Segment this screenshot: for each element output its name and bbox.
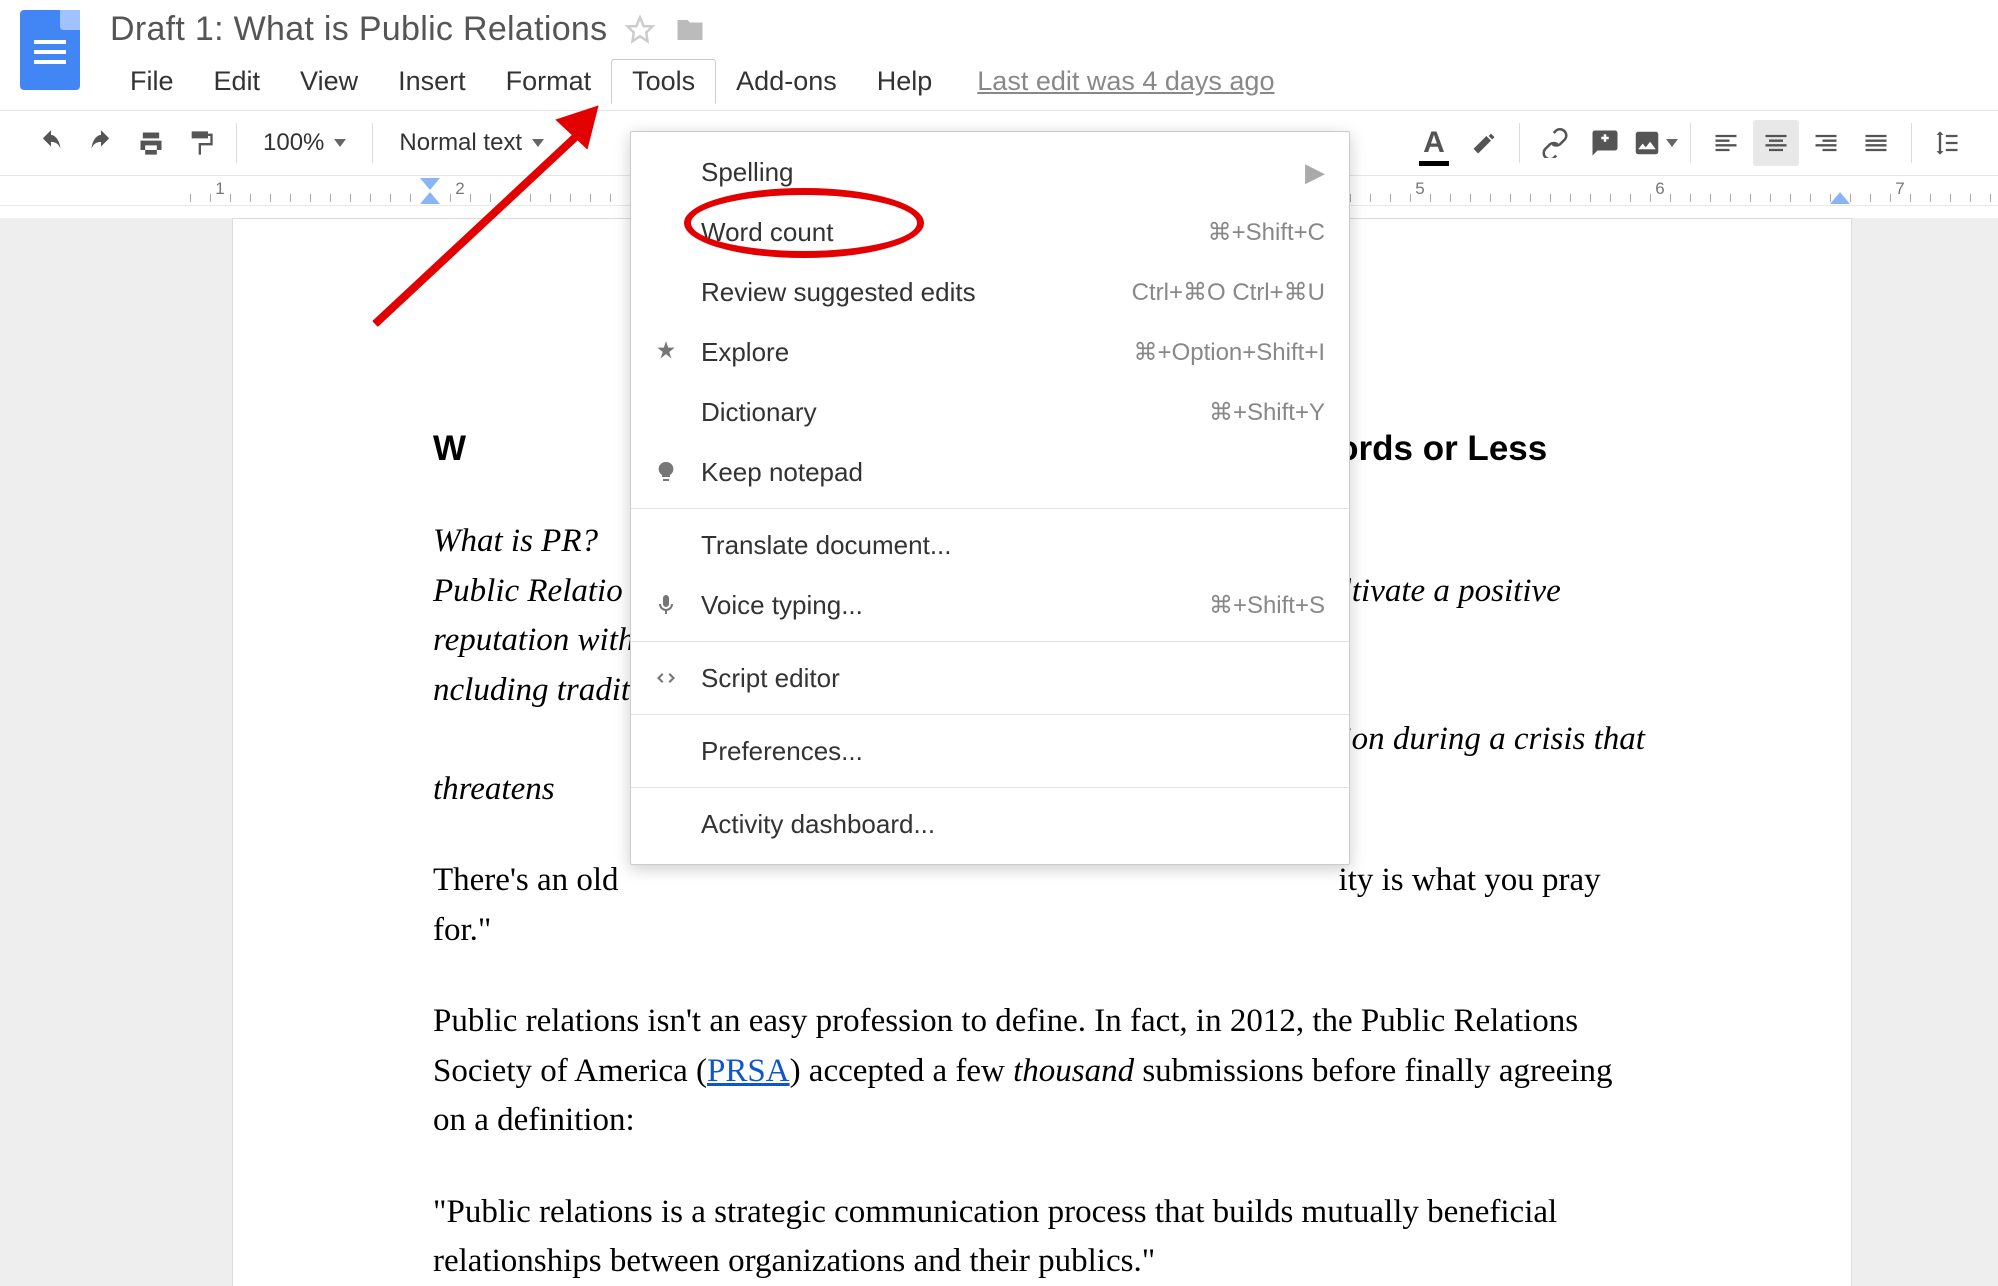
align-center-button[interactable] — [1753, 120, 1799, 166]
ruler-number: 2 — [455, 179, 464, 199]
ruler-number: 6 — [1655, 179, 1664, 199]
align-left-button[interactable] — [1703, 120, 1749, 166]
add-comment-button[interactable] — [1582, 120, 1628, 166]
align-right-button[interactable] — [1803, 120, 1849, 166]
shortcut-label: ⌘+Shift+Y — [1209, 398, 1325, 427]
redo-button[interactable] — [78, 120, 124, 166]
ruler-number: 5 — [1415, 179, 1424, 199]
print-button[interactable] — [128, 120, 174, 166]
left-indent-marker[interactable] — [420, 192, 440, 204]
menu-item-explore[interactable]: Explore ⌘+Option+Shift+I — [631, 322, 1349, 382]
docs-app-icon[interactable] — [20, 10, 80, 90]
insert-link-button[interactable] — [1532, 120, 1578, 166]
align-justify-button[interactable] — [1853, 120, 1899, 166]
line-spacing-button[interactable] — [1924, 120, 1970, 166]
insert-image-button[interactable] — [1632, 120, 1678, 166]
highlight-button[interactable] — [1461, 120, 1507, 166]
ruler-number: 1 — [215, 179, 224, 199]
paragraph-style-select[interactable]: Normal text — [385, 129, 558, 157]
explore-icon — [649, 339, 683, 365]
menu-item-dictionary[interactable]: Dictionary ⌘+Shift+Y — [631, 382, 1349, 442]
star-icon[interactable] — [625, 15, 655, 45]
ruler-number: 7 — [1895, 179, 1904, 199]
menu-format[interactable]: Format — [486, 60, 612, 103]
menu-item-review-suggested-edits[interactable]: Review suggested edits Ctrl+⌘O Ctrl+⌘U — [631, 262, 1349, 322]
folder-icon[interactable] — [673, 15, 707, 45]
shortcut-label: ⌘+Shift+C — [1208, 218, 1325, 247]
menu-item-activity-dashboard[interactable]: Activity dashboard... — [631, 794, 1349, 854]
body-paragraph: There's an oldity is what you pray for." — [433, 856, 1651, 955]
first-line-indent-marker[interactable] — [420, 178, 440, 190]
last-edit-link[interactable]: Last edit was 4 days ago — [977, 66, 1274, 97]
shortcut-label: Ctrl+⌘O Ctrl+⌘U — [1132, 278, 1325, 307]
zoom-select[interactable]: 100% — [249, 129, 360, 157]
document-title[interactable]: Draft 1: What is Public Relations — [110, 10, 607, 49]
menu-view[interactable]: View — [280, 60, 378, 103]
chevron-down-icon — [334, 139, 346, 147]
tools-dropdown-menu: Spelling ▶ Word count ⌘+Shift+C Review s… — [630, 131, 1350, 865]
menu-item-translate[interactable]: Translate document... — [631, 515, 1349, 575]
prsa-link[interactable]: PRSA — [707, 1053, 790, 1089]
keep-icon — [649, 460, 683, 484]
menu-file[interactable]: File — [110, 60, 194, 103]
shortcut-label: ⌘+Option+Shift+I — [1134, 338, 1325, 367]
body-paragraph: "Public relations is a strategic communi… — [433, 1188, 1651, 1286]
menu-item-voice-typing[interactable]: Voice typing... ⌘+Shift+S — [631, 575, 1349, 635]
text-color-button[interactable]: A — [1411, 120, 1457, 166]
undo-button[interactable] — [28, 120, 74, 166]
menu-item-preferences[interactable]: Preferences... — [631, 721, 1349, 781]
right-indent-marker[interactable] — [1830, 192, 1850, 204]
paint-format-button[interactable] — [178, 120, 224, 166]
body-paragraph: Public relations isn't an easy professio… — [433, 997, 1651, 1146]
submenu-arrow-icon: ▶ — [1305, 157, 1325, 188]
menu-edit[interactable]: Edit — [194, 60, 281, 103]
menu-item-word-count[interactable]: Word count ⌘+Shift+C — [631, 202, 1349, 262]
style-value: Normal text — [399, 129, 522, 157]
menu-item-spelling[interactable]: Spelling ▶ — [631, 142, 1349, 202]
chevron-down-icon — [1666, 139, 1678, 147]
menu-tools[interactable]: Tools — [611, 59, 716, 104]
menu-insert[interactable]: Insert — [378, 60, 486, 103]
menu-item-keep-notepad[interactable]: Keep notepad — [631, 442, 1349, 502]
chevron-down-icon — [532, 139, 544, 147]
code-icon — [649, 666, 683, 690]
microphone-icon — [649, 593, 683, 617]
menu-help[interactable]: Help — [857, 60, 953, 103]
shortcut-label: ⌘+Shift+S — [1209, 591, 1325, 620]
zoom-value: 100% — [263, 129, 324, 157]
menu-item-script-editor[interactable]: Script editor — [631, 648, 1349, 708]
menu-addons[interactable]: Add-ons — [716, 60, 857, 103]
